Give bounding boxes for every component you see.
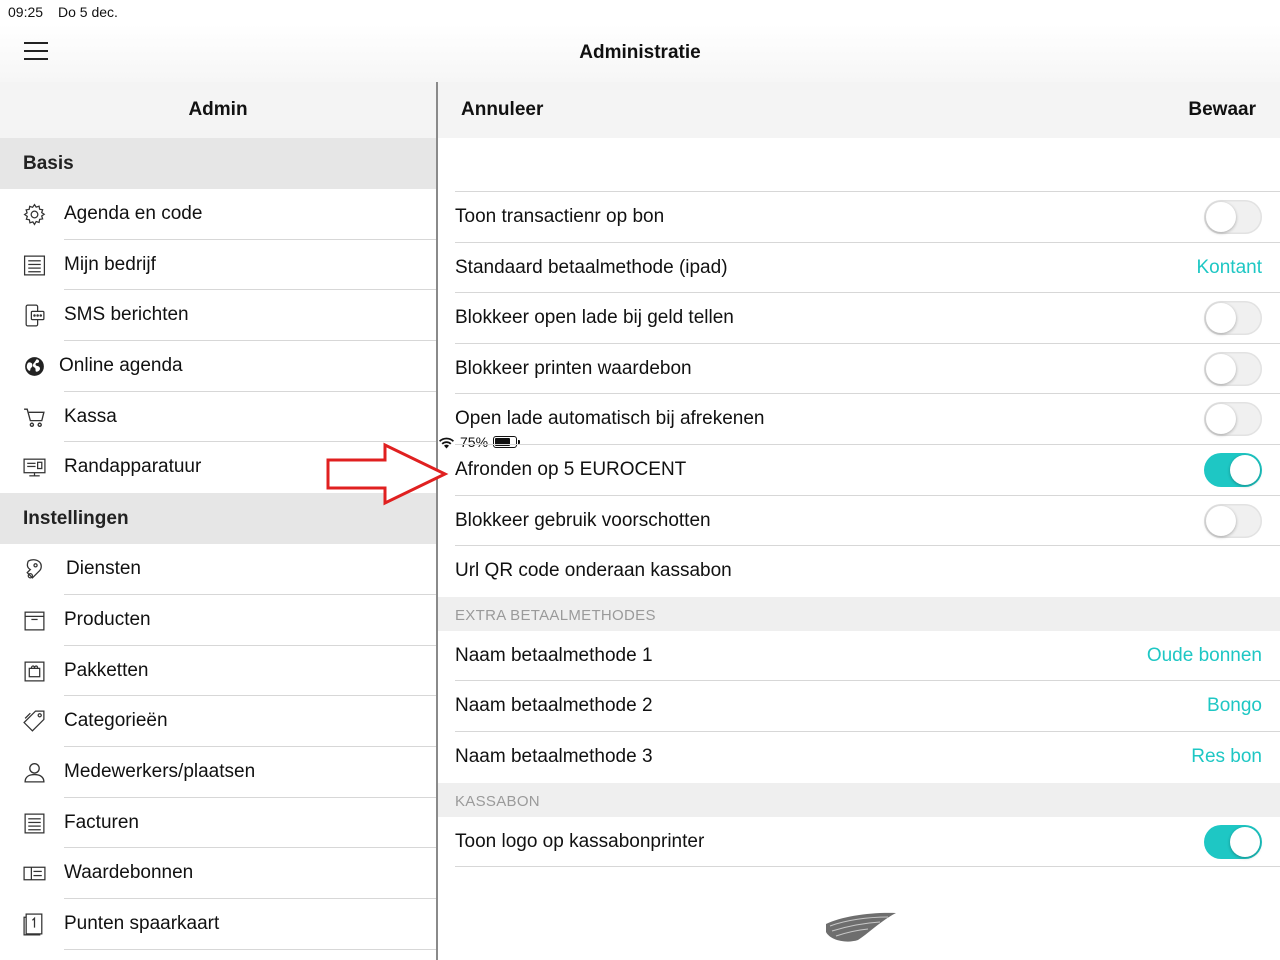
status-time: 09:25 xyxy=(8,4,44,20)
setting-row-url-qr-code[interactable]: Url QR code onderaan kassabon xyxy=(438,546,1280,597)
gear-icon xyxy=(22,202,47,227)
setting-row-standaard-betaalmethode[interactable]: Standaard betaalmethode (ipad) Kontant xyxy=(438,243,1280,294)
box-icon xyxy=(22,608,47,633)
voucher-icon xyxy=(22,861,47,886)
transactienr-toggle[interactable] xyxy=(1204,200,1262,234)
setting-row-blokkeer-open-lade: Blokkeer open lade bij geld tellen xyxy=(438,293,1280,344)
sidebar-item-label: Kassa xyxy=(64,405,117,427)
sidebar-item-agenda-en-code[interactable]: Agenda en code xyxy=(0,189,436,240)
setting-row-betaalmethode-3[interactable]: Naam betaalmethode 3 Res bon xyxy=(438,732,1280,783)
sidebar-item-label: Producten xyxy=(64,608,151,630)
invoice-icon xyxy=(22,811,47,836)
group-header-kassabon: KASSABON xyxy=(438,782,1280,817)
open-lade-automatisch-toggle[interactable] xyxy=(1204,402,1262,437)
setting-label: Blokkeer gebruik voorschotten xyxy=(455,509,711,531)
cancel-button[interactable]: Annuleer xyxy=(461,99,543,121)
toon-logo-toggle[interactable] xyxy=(1204,824,1262,859)
sidebar-item-producten[interactable]: Producten xyxy=(0,595,436,646)
setting-label: Open lade automatisch bij afrekenen xyxy=(455,408,765,430)
setting-label: Naam betaalmethode 1 xyxy=(455,644,653,666)
cart-icon xyxy=(22,405,47,430)
sidebar-title: Admin xyxy=(0,82,436,138)
sidebar-item-waardebonnen[interactable]: Waardebonnen xyxy=(0,848,436,899)
sidebar-item-label: SMS berichten xyxy=(64,304,189,326)
sidebar-item-label: Categorieën xyxy=(64,710,168,732)
annotation-arrow-icon xyxy=(326,442,449,506)
sidebar-item-label: Pakketten xyxy=(64,659,149,681)
setting-label: Afronden op 5 EUROCENT xyxy=(455,458,687,480)
setting-label: Blokkeer printen waardebon xyxy=(455,357,692,379)
setting-row-toon-logo: Toon logo op kassabonprinter xyxy=(438,817,1280,868)
setting-row-afronden: Afronden op 5 EUROCENT xyxy=(438,445,1280,496)
setting-row-transactienr: Toon transactienr op bon xyxy=(438,192,1280,243)
header-spacer xyxy=(455,138,1280,192)
scissors-hand-icon xyxy=(22,557,47,582)
settings-detail-panel: Annuleer Bewaar Toon transactienr op bon… xyxy=(438,82,1280,960)
save-button[interactable]: Bewaar xyxy=(1188,99,1256,121)
sidebar-item-label: Diensten xyxy=(66,558,141,580)
setting-row-betaalmethode-1[interactable]: Naam betaalmethode 1 Oude bonnen xyxy=(438,631,1280,682)
person-icon xyxy=(22,760,47,785)
setting-label: Naam betaalmethode 3 xyxy=(455,745,653,767)
sidebar-item-kassa[interactable]: Kassa xyxy=(0,392,436,443)
sidebar-item-categorieen[interactable]: Categorieën xyxy=(0,696,436,747)
section-header-basis: Basis xyxy=(0,138,436,189)
blokkeer-open-lade-toggle[interactable] xyxy=(1204,301,1262,336)
betaalmethode-2-value[interactable]: Bongo xyxy=(1207,681,1262,731)
betaalmethode-value[interactable]: Kontant xyxy=(1197,243,1263,293)
betaalmethode-1-value[interactable]: Oude bonnen xyxy=(1147,631,1262,681)
setting-label: Naam betaalmethode 2 xyxy=(455,695,653,717)
page-title: Administratie xyxy=(579,42,701,63)
tags-icon xyxy=(22,709,47,734)
setting-label: Blokkeer open lade bij geld tellen xyxy=(455,307,734,329)
sidebar-item-online-agenda[interactable]: Online agenda xyxy=(0,341,436,392)
package-icon xyxy=(22,659,47,684)
sidebar-item-diensten[interactable]: Diensten xyxy=(0,544,436,595)
sidebar-item-label: Punten spaarkaart xyxy=(64,912,220,934)
setting-row-betaalmethode-2[interactable]: Naam betaalmethode 2 Bongo xyxy=(438,681,1280,732)
setting-label: Standaard betaalmethode (ipad) xyxy=(455,256,728,278)
sidebar-item-label: Medewerkers/plaatsen xyxy=(64,760,256,782)
sidebar-item-mijn-bedrijf[interactable]: Mijn bedrijf xyxy=(0,240,436,291)
sidebar-item-label: Online agenda xyxy=(59,355,183,377)
sidebar-item-label: Agenda en code xyxy=(64,203,203,224)
devices-icon xyxy=(22,455,47,480)
status-date: Do 5 dec. xyxy=(58,4,118,20)
admin-sidebar: Admin Basis Agenda en code Mijn bedrijf … xyxy=(0,82,436,960)
sidebar-item-label: Waardebonnen xyxy=(64,862,194,884)
globe-icon xyxy=(22,354,47,379)
sidebar-item-punten-spaarkaart[interactable]: Punten spaarkaart xyxy=(0,899,436,950)
sidebar-item-medewerkers-plaatsen[interactable]: Medewerkers/plaatsen xyxy=(0,747,436,798)
status-bar: 09:25 Do 5 dec. 75% xyxy=(0,0,1280,450)
setting-label: Toon logo op kassabonprinter xyxy=(455,830,705,852)
setting-label: Url QR code onderaan kassabon xyxy=(455,560,732,582)
sidebar-item-pakketten[interactable]: Pakketten xyxy=(0,646,436,697)
betaalmethode-3-value[interactable]: Res bon xyxy=(1191,732,1262,782)
list-icon xyxy=(22,253,47,278)
blokkeer-printen-toggle[interactable] xyxy=(1204,351,1262,386)
sidebar-item-sms-berichten[interactable]: SMS berichten xyxy=(0,290,436,341)
loyalty-card-icon xyxy=(22,912,47,937)
setting-row-blokkeer-printen: Blokkeer printen waardebon xyxy=(438,344,1280,395)
setting-row-open-lade-automatisch: Open lade automatisch bij afrekenen xyxy=(438,394,1280,445)
navigation-bar: Administratie xyxy=(0,24,1280,82)
setting-row-blokkeer-voorschotten: Blokkeer gebruik voorschotten xyxy=(438,496,1280,547)
setting-label: Toon transactienr op bon xyxy=(455,206,665,227)
blokkeer-voorschotten-toggle[interactable] xyxy=(1204,503,1262,538)
sidebar-item-facturen[interactable]: Facturen xyxy=(0,798,436,849)
sidebar-item-label: Randapparatuur xyxy=(64,456,202,478)
sidebar-item-label: Mijn bedrijf xyxy=(64,253,156,275)
sidebar-item-label: Facturen xyxy=(64,811,139,833)
afronden-toggle[interactable] xyxy=(1204,452,1262,487)
phone-message-icon xyxy=(22,303,47,328)
detail-header: Annuleer Bewaar xyxy=(438,82,1280,138)
logo-brushstroke-image xyxy=(826,912,896,942)
group-header-extra-betaalmethodes: EXTRA BETAALMETHODES xyxy=(438,596,1280,631)
